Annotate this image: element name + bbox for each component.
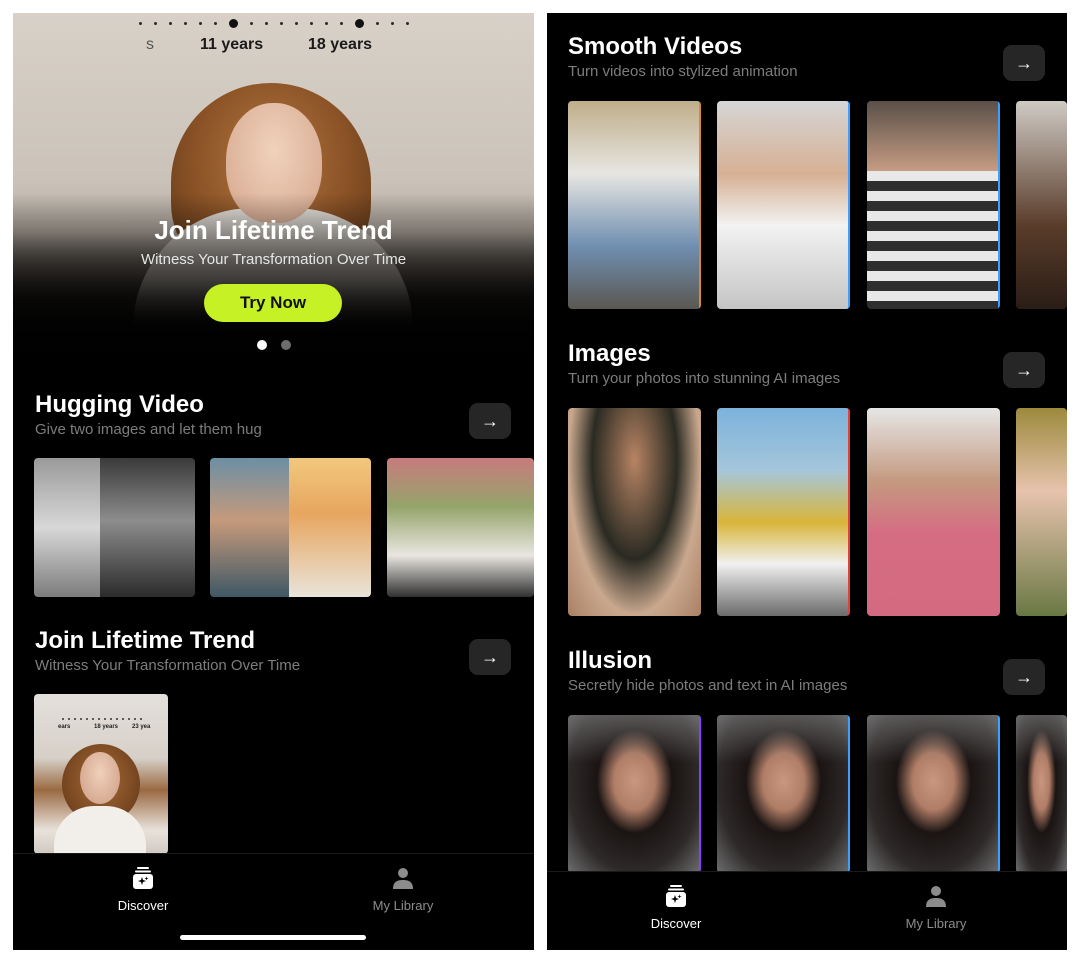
image-thumb[interactable] <box>568 408 701 616</box>
thumb-year-label: 23 yea <box>132 724 151 730</box>
tab-label: My Library <box>372 898 434 913</box>
image-thumb[interactable] <box>867 408 1000 616</box>
person-icon <box>926 886 946 907</box>
hugging-video-arrow-button[interactable]: → <box>469 403 511 439</box>
section-title: Illusion <box>568 647 652 674</box>
illusion-thumb[interactable] <box>1016 715 1067 873</box>
section-subtitle: Turn videos into stylized animation <box>568 63 798 80</box>
section-title: Images <box>568 340 651 367</box>
home-indicator <box>180 935 366 940</box>
hero-title: Join Lifetime Trend <box>154 215 393 245</box>
year-label: 18 years <box>308 36 373 53</box>
hero-banner[interactable]: s 11 years 18 years Join Lifetime Trend … <box>13 13 534 378</box>
lifetime-trend-thumb[interactable]: ears 18 years 23 yea <box>34 694 168 854</box>
tab-discover[interactable]: Discover <box>616 884 736 931</box>
section-subtitle: Turn your photos into stunning AI images <box>568 370 841 387</box>
image-thumb[interactable] <box>1016 408 1067 616</box>
arrow-right-icon: → <box>481 411 499 431</box>
images-arrow-button[interactable]: → <box>1003 352 1045 388</box>
try-now-button[interactable]: Try Now <box>204 284 342 322</box>
hero-subtitle: Witness Your Transformation Over Time <box>140 251 407 268</box>
discover-icon <box>133 867 153 889</box>
left-screen: s 11 years 18 years Join Lifetime Trend … <box>13 13 534 950</box>
illusion-arrow-button[interactable]: → <box>1003 659 1045 695</box>
smooth-video-thumb[interactable] <box>1016 101 1067 309</box>
hugging-thumb-vintage[interactable] <box>34 458 195 597</box>
image-thumb[interactable] <box>717 408 850 616</box>
thumb-year-label: ears <box>58 724 71 730</box>
arrow-right-icon: → <box>1015 360 1033 380</box>
tab-my-library[interactable]: My Library <box>876 884 996 931</box>
section-title: Hugging Video <box>35 391 204 418</box>
year-label: s <box>146 36 154 53</box>
discover-icon <box>666 885 686 907</box>
thumb-year-label: 18 years <box>94 724 119 730</box>
tab-my-library[interactable]: My Library <box>343 866 463 913</box>
right-screen: Smooth Videos Turn videos into stylized … <box>547 13 1067 950</box>
smooth-video-thumb[interactable] <box>568 101 701 309</box>
smooth-videos-arrow-button[interactable]: → <box>1003 45 1045 81</box>
bottom-tab-bar: Discover My Library <box>547 871 1067 950</box>
age-timeline <box>13 19 534 28</box>
tab-label: My Library <box>905 916 967 931</box>
illusion-thumb[interactable] <box>867 715 1000 873</box>
tab-label: Discover <box>650 916 702 931</box>
pager-dot-active[interactable] <box>256 340 267 350</box>
tab-discover[interactable]: Discover <box>83 866 203 913</box>
year-label: 11 years <box>200 36 264 53</box>
arrow-right-icon: → <box>1015 53 1033 73</box>
hugging-thumb-wedding[interactable] <box>387 458 534 597</box>
carousel-pager[interactable] <box>13 340 534 350</box>
section-title: Smooth Videos <box>568 33 743 60</box>
hugging-thumb-couple[interactable] <box>210 458 371 597</box>
section-subtitle: Witness Your Transformation Over Time <box>35 657 301 674</box>
smooth-video-thumb[interactable] <box>717 101 850 309</box>
illusion-thumb[interactable] <box>568 715 701 873</box>
lifetime-trend-arrow-button[interactable]: → <box>469 639 511 675</box>
section-subtitle: Secretly hide photos and text in AI imag… <box>568 677 848 694</box>
arrow-right-icon: → <box>1015 667 1033 687</box>
section-title: Join Lifetime Trend <box>35 627 256 654</box>
smooth-video-thumb[interactable] <box>867 101 1000 309</box>
illusion-thumb[interactable] <box>717 715 850 873</box>
pager-dot[interactable] <box>280 340 291 350</box>
section-subtitle: Give two images and let them hug <box>35 421 262 438</box>
person-icon <box>393 868 413 889</box>
tab-label: Discover <box>117 898 169 913</box>
arrow-right-icon: → <box>481 647 499 667</box>
